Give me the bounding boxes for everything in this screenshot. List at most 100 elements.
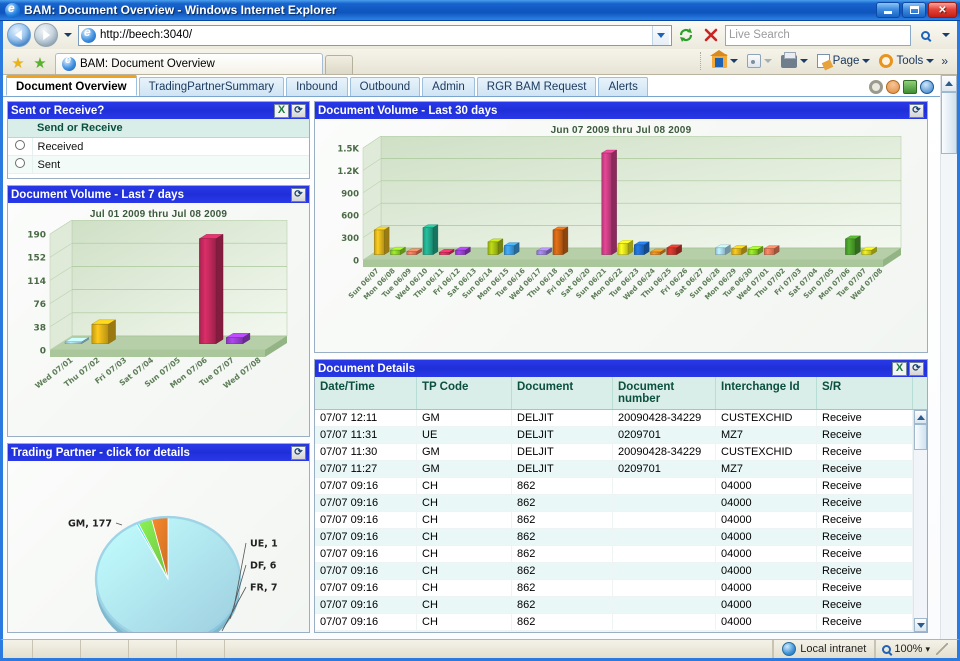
panel-title: Document Volume - Last 30 days: [318, 104, 498, 117]
table-row[interactable]: 07/07 09:16CH862 04000Receive: [315, 563, 913, 580]
svg-text:76: 76: [33, 300, 46, 310]
details-scrollbar[interactable]: [913, 410, 927, 632]
cell-document-number: [613, 512, 716, 528]
refresh-icon[interactable]: ⟳: [291, 445, 306, 460]
chart-trading-partner[interactable]: GM, 177 UE, 1 DF, 6 FR, 7: [8, 461, 309, 632]
page-content: Document Overview TradingPartnerSummary …: [3, 75, 940, 639]
logout-icon[interactable]: [903, 80, 917, 94]
page-scrollbar[interactable]: [940, 75, 957, 639]
restore-button[interactable]: [902, 2, 926, 18]
tools-menu-button[interactable]: Tools: [875, 52, 938, 70]
tab-rgr-bam-request[interactable]: RGR BAM Request: [476, 77, 597, 96]
option-received-label: Received: [32, 137, 309, 156]
page-scroll-track[interactable]: [941, 154, 957, 639]
cell-interchange-id: MZ7: [716, 427, 817, 443]
scroll-track[interactable]: [914, 450, 927, 618]
details-rows: 07/07 12:11 GM DELJIT 20090428-34229 CUSTEXC…: [315, 410, 913, 632]
table-row[interactable]: 07/07 09:16CH862 04000Receive: [315, 495, 913, 512]
excel-export-icon[interactable]: X: [274, 103, 289, 118]
cell-interchange-id: 04000: [716, 478, 817, 494]
tab-label: Document Overview: [16, 80, 127, 93]
tab-alerts[interactable]: Alerts: [598, 77, 648, 96]
table-row[interactable]: 07/07 09:16CH862 04000Receive: [315, 631, 913, 632]
cell-interchange-id: 04000: [716, 512, 817, 528]
page-viewport: Document Overview TradingPartnerSummary …: [0, 75, 960, 639]
stop-button[interactable]: [700, 24, 722, 46]
settings-gear-icon[interactable]: [869, 80, 883, 94]
table-row[interactable]: 07/07 11:30 GM DELJIT 20090428-34229 CUSTEXC…: [315, 444, 913, 461]
chart-volume-30-days[interactable]: Jun 07 2009 thru Jul 08 2009 0 300 600 900 1…: [315, 119, 927, 352]
cell-interchange-id: CUSTEXCHID: [716, 410, 817, 426]
toolbar-overflow-button[interactable]: »: [939, 54, 950, 68]
user-icon[interactable]: [886, 80, 900, 94]
window-title: BAM: Document Overview - Windows Interne…: [24, 3, 337, 17]
cell-document-number: 20090428-34229: [613, 444, 716, 460]
radio-received[interactable]: [14, 140, 25, 150]
refresh-icon[interactable]: ⟳: [291, 103, 306, 118]
address-input[interactable]: http://beech:3040/: [100, 29, 648, 41]
scroll-down-button[interactable]: [914, 618, 927, 632]
table-row[interactable]: 07/07 12:11 GM DELJIT 20090428-34229 CUSTEXC…: [315, 410, 913, 427]
zoom-dropdown-caret[interactable]: ▾: [925, 644, 930, 655]
cell-sr: Receive: [817, 631, 913, 632]
panel-volume-7-days: Document Volume - Last 7 days ⟳ Jul 01 2…: [7, 185, 310, 437]
chart-volume-7-days[interactable]: Jul 01 2009 thru Jul 08 2009 0 38 76 114 152…: [8, 203, 309, 436]
browser-tab[interactable]: BAM: Document Overview: [55, 53, 323, 74]
add-to-favorites-icon[interactable]: ★: [29, 52, 51, 74]
forward-button[interactable]: [34, 23, 58, 47]
page-menu-button[interactable]: Page: [813, 52, 875, 70]
favorites-center-icon[interactable]: ★: [7, 52, 29, 74]
refresh-icon[interactable]: ⟳: [909, 103, 924, 118]
cell-tp-code: GM: [417, 410, 512, 426]
cell-tp-code: CH: [417, 478, 512, 494]
close-button[interactable]: ✕: [928, 2, 957, 18]
search-button[interactable]: [914, 25, 936, 46]
minimize-button[interactable]: [876, 2, 900, 18]
tab-label: Outbound: [359, 81, 411, 93]
address-bar[interactable]: http://beech:3040/: [78, 24, 672, 46]
table-row[interactable]: 07/07 09:16CH862 04000Receive: [315, 512, 913, 529]
table-row[interactable]: Sent: [8, 155, 309, 174]
cell-interchange-id: 04000: [716, 597, 817, 613]
address-dropdown-icon[interactable]: [652, 25, 669, 45]
recent-pages-dropdown[interactable]: [61, 23, 75, 47]
table-row[interactable]: Received: [8, 137, 309, 156]
scroll-up-button[interactable]: [914, 410, 927, 424]
refresh-icon[interactable]: ⟳: [291, 187, 306, 202]
home-button[interactable]: [708, 50, 742, 70]
new-tab-button[interactable]: [325, 55, 353, 74]
feeds-button[interactable]: [743, 52, 776, 70]
zoom-control[interactable]: 100% ▾: [875, 640, 957, 658]
excel-export-icon[interactable]: X: [892, 361, 907, 376]
chart-title: Jun 07 2009 thru Jul 08 2009: [550, 125, 692, 136]
tab-admin[interactable]: Admin: [422, 77, 475, 96]
refresh-button[interactable]: [675, 24, 697, 46]
tab-trading-partner-summary[interactable]: TradingPartnerSummary: [138, 77, 285, 96]
tab-inbound[interactable]: Inbound: [286, 77, 348, 96]
tab-document-overview[interactable]: Document Overview: [6, 75, 137, 96]
page-scroll-thumb[interactable]: [941, 92, 957, 154]
search-icon: [920, 30, 930, 40]
help-icon[interactable]: [920, 80, 934, 94]
table-row[interactable]: 07/07 09:16CH862 04000Receive: [315, 614, 913, 631]
table-row[interactable]: 07/07 09:16CH862 04000Receive: [315, 597, 913, 614]
scroll-thumb[interactable]: [914, 424, 927, 450]
tab-outbound[interactable]: Outbound: [349, 77, 421, 96]
refresh-icon[interactable]: ⟳: [909, 361, 924, 376]
table-row[interactable]: 07/07 09:16CH862 04000Receive: [315, 546, 913, 563]
search-input[interactable]: Live Search: [725, 24, 911, 46]
chart-canvas-7-days: 03876114152190Wed 07/01Thu 07/02Fri 07/0…: [27, 220, 288, 390]
table-row[interactable]: 07/07 09:16CH862 04000Receive: [315, 529, 913, 546]
search-provider-dropdown[interactable]: [939, 23, 953, 47]
panel-title: Trading Partner - click for details: [11, 446, 190, 459]
table-row[interactable]: 07/07 11:27 GM DELJIT 0209701 MZ7 Receive: [315, 461, 913, 478]
table-row[interactable]: 07/07 09:16CH862 04000Receive: [315, 478, 913, 495]
radio-sent[interactable]: [14, 158, 25, 168]
resize-grip[interactable]: [936, 643, 948, 655]
print-button[interactable]: [777, 51, 812, 70]
back-button[interactable]: [7, 23, 31, 47]
table-row[interactable]: 07/07 09:16CH862 04000Receive: [315, 580, 913, 597]
page-scroll-up-button[interactable]: [941, 75, 957, 92]
table-row[interactable]: 07/07 11:31 UE DELJIT 0209701 MZ7 Receive: [315, 427, 913, 444]
security-zone[interactable]: Local intranet: [773, 640, 876, 658]
